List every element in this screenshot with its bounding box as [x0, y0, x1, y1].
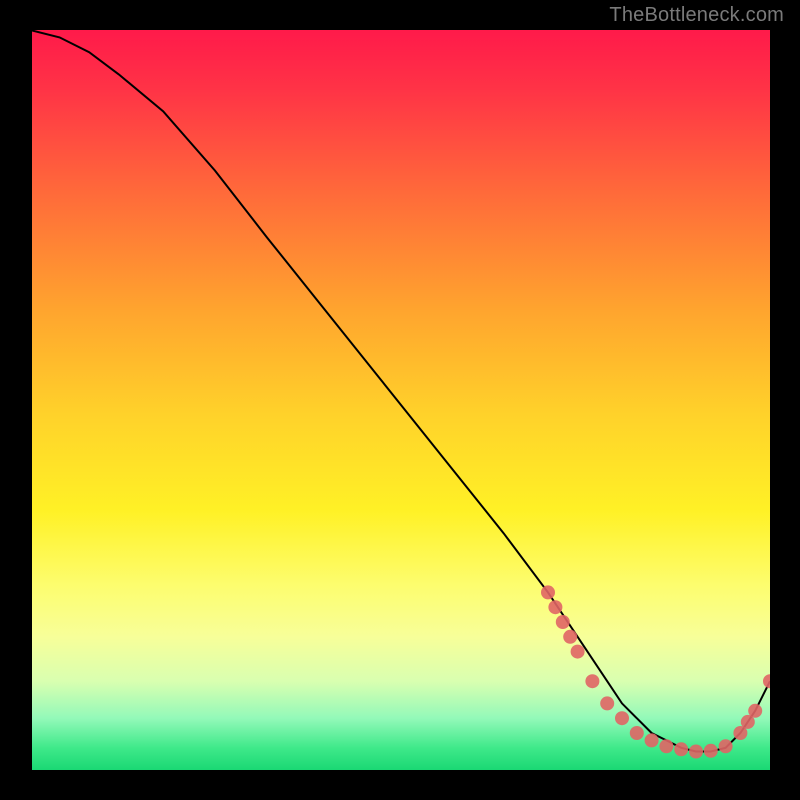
data-point	[645, 733, 659, 747]
watermark-text: TheBottleneck.com	[609, 4, 784, 27]
plot-area	[30, 30, 770, 770]
data-point	[548, 600, 562, 614]
data-point	[674, 742, 688, 756]
data-point	[704, 744, 718, 758]
data-point	[571, 645, 585, 659]
data-point	[689, 745, 703, 759]
data-point	[748, 704, 762, 718]
data-point	[563, 630, 577, 644]
data-point	[719, 739, 733, 753]
data-point	[585, 674, 599, 688]
data-point	[541, 585, 555, 599]
chart-svg	[30, 30, 770, 770]
data-point	[615, 711, 629, 725]
data-point	[556, 615, 570, 629]
data-point	[763, 674, 770, 688]
data-point	[659, 739, 673, 753]
data-point	[630, 726, 644, 740]
data-markers	[541, 585, 770, 758]
data-point	[600, 696, 614, 710]
data-curve	[30, 30, 770, 752]
